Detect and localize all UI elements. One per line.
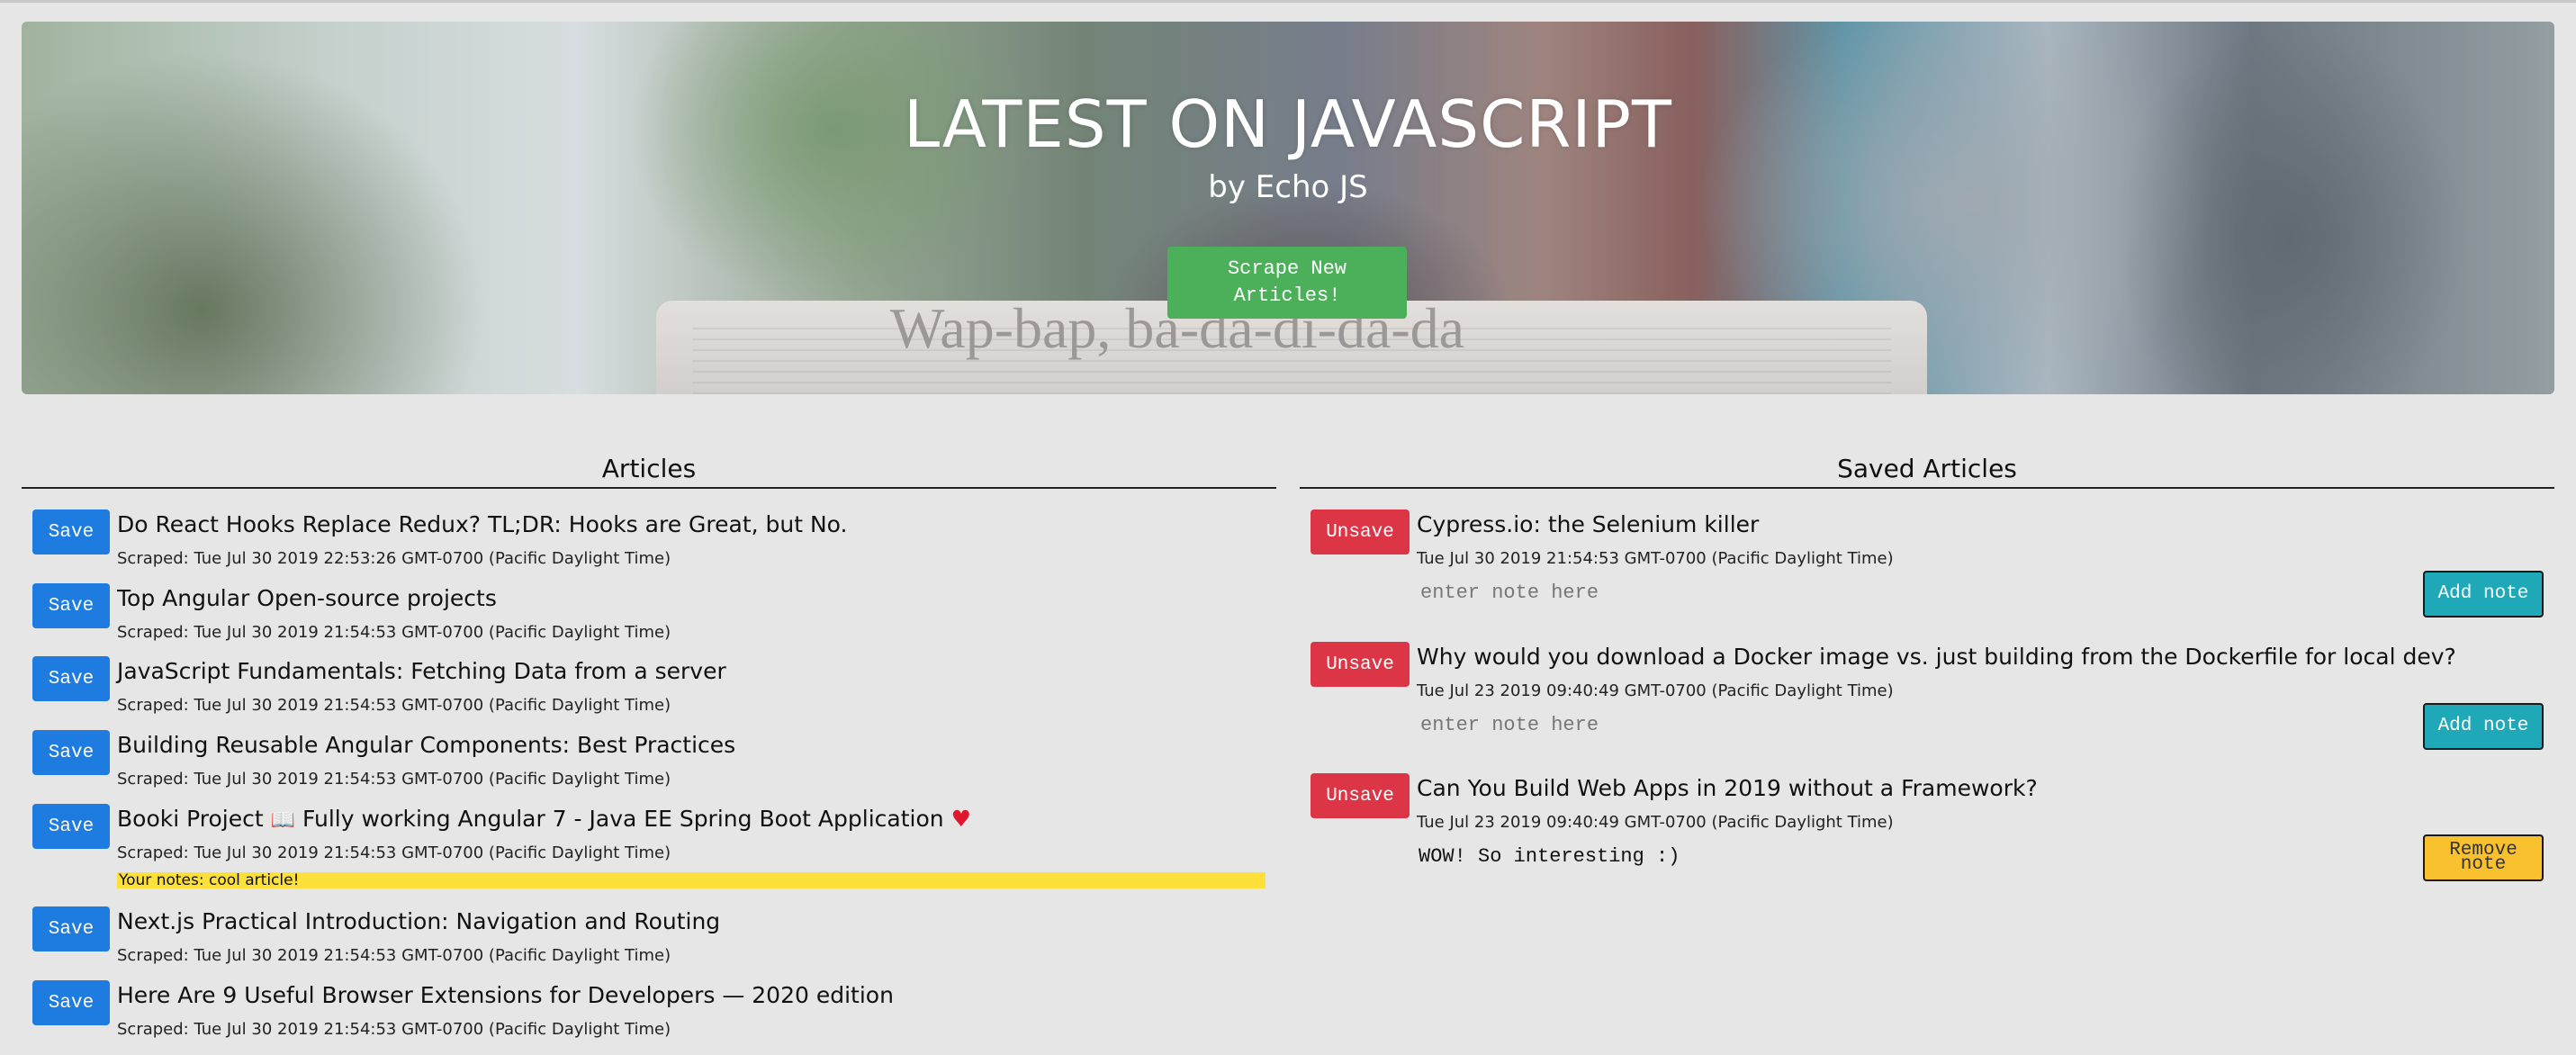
top-border <box>0 0 2576 3</box>
article-title-text: Fully working Angular 7 - Java EE Spring… <box>295 806 944 832</box>
save-button[interactable]: Save <box>32 906 110 951</box>
save-button[interactable]: Save <box>32 804 110 849</box>
add-note-button[interactable]: Add note <box>2423 571 2544 618</box>
hero-banner: Wap-bap, ba-da-di-da-da LATEST ON JAVASC… <box>22 22 2554 394</box>
saved-article-date: Tue Jul 30 2019 21:54:53 GMT-0700 (Pacif… <box>1417 549 1894 568</box>
saved-article-date: Tue Jul 23 2019 09:40:49 GMT-0700 (Pacif… <box>1417 813 1894 832</box>
save-button[interactable]: Save <box>32 509 110 555</box>
save-button[interactable]: Save <box>32 980 110 1025</box>
note-input[interactable] <box>1419 576 2232 609</box>
article-title[interactable]: Here Are 9 Useful Browser Extensions for… <box>117 982 894 1008</box>
saved-note-text: WOW! So interesting :) <box>1419 845 1680 868</box>
page-subtitle: by Echo JS <box>1208 169 1368 205</box>
article-scraped-date: Scraped: Tue Jul 30 2019 21:54:53 GMT-07… <box>117 1020 671 1039</box>
article-title[interactable]: Top Angular Open-source projects <box>117 585 497 611</box>
scrape-new-articles-button[interactable]: Scrape New Articles! <box>1167 247 1407 319</box>
article-title-text: Booki Project <box>117 806 264 832</box>
save-button[interactable]: Save <box>32 656 110 701</box>
saved-articles-column: Saved Articles Unsave Cypress.io: the Se… <box>1300 454 2554 881</box>
page-title: LATEST ON JAVASCRIPT <box>903 86 1673 162</box>
article-note-highlight: Your notes: cool article! <box>117 872 1265 888</box>
saved-article-title[interactable]: Can You Build Web Apps in 2019 without a… <box>1417 775 2038 801</box>
article-scraped-date: Scraped: Tue Jul 30 2019 21:54:53 GMT-07… <box>117 623 671 642</box>
article-scraped-date: Scraped: Tue Jul 30 2019 21:54:53 GMT-07… <box>117 843 671 862</box>
article-title[interactable]: Building Reusable Angular Components: Be… <box>117 732 735 758</box>
article-title[interactable]: Booki Project 📖 Fully working Angular 7 … <box>117 806 971 832</box>
article-scraped-date: Scraped: Tue Jul 30 2019 21:54:53 GMT-07… <box>117 946 671 965</box>
add-note-button[interactable]: Add note <box>2423 703 2544 750</box>
saved-article-date: Tue Jul 23 2019 09:40:49 GMT-0700 (Pacif… <box>1417 681 1894 700</box>
saved-article-title[interactable]: Cypress.io: the Selenium killer <box>1417 511 1759 537</box>
save-button[interactable]: Save <box>32 730 110 775</box>
article-title[interactable]: Next.js Practical Introduction: Navigati… <box>117 908 720 934</box>
book-icon: 📖 <box>270 809 296 832</box>
article-scraped-date: Scraped: Tue Jul 30 2019 21:54:53 GMT-07… <box>117 770 671 789</box>
unsave-button[interactable]: Unsave <box>1311 509 1410 555</box>
article-title[interactable]: Do React Hooks Replace Redux? TL;DR: Hoo… <box>117 511 848 537</box>
remove-note-button[interactable]: Remove note <box>2423 834 2544 881</box>
articles-column: Articles Save Do React Hooks Replace Red… <box>22 454 1276 1039</box>
article-scraped-date: Scraped: Tue Jul 30 2019 21:54:53 GMT-07… <box>117 696 671 715</box>
note-input[interactable] <box>1419 708 2232 741</box>
unsave-button[interactable]: Unsave <box>1311 642 1410 687</box>
articles-heading: Articles <box>22 454 1276 489</box>
heart-icon: ♥ <box>950 806 971 832</box>
saved-article-title[interactable]: Why would you download a Docker image vs… <box>1417 644 2456 670</box>
article-title[interactable]: JavaScript Fundamentals: Fetching Data f… <box>117 658 726 684</box>
saved-articles-heading: Saved Articles <box>1300 454 2554 489</box>
save-button[interactable]: Save <box>32 583 110 628</box>
unsave-button[interactable]: Unsave <box>1311 773 1410 818</box>
article-scraped-date: Scraped: Tue Jul 30 2019 22:53:26 GMT-07… <box>117 549 671 568</box>
